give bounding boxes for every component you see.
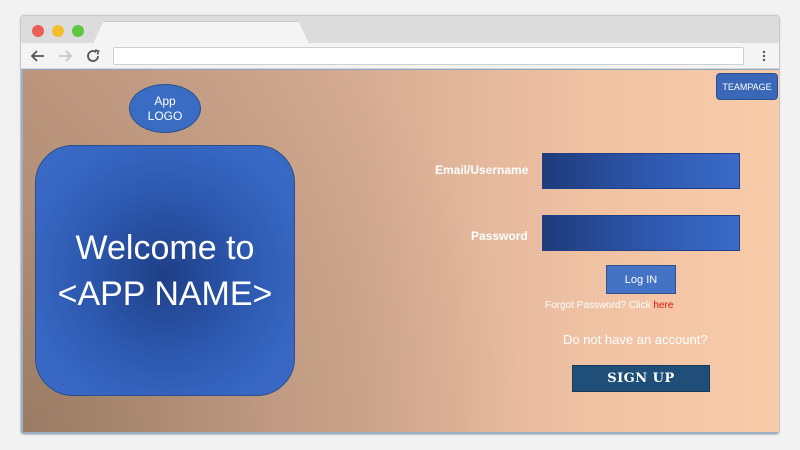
no-account-text: Do not have an account? — [563, 332, 708, 347]
browser-menu-button[interactable] — [757, 46, 771, 66]
browser-tab[interactable] — [93, 21, 309, 44]
address-bar[interactable] — [113, 47, 744, 65]
reload-button[interactable] — [83, 46, 103, 66]
login-button[interactable]: Log IN — [606, 265, 676, 294]
app-logo: App LOGO — [129, 84, 201, 133]
forgot-password-link[interactable]: here — [653, 300, 673, 311]
password-field[interactable] — [542, 215, 740, 251]
signup-button[interactable]: SIGN UP — [572, 365, 710, 392]
forgot-password-prompt: Forgot Password? Click — [545, 300, 654, 311]
email-label: Email/Username — [435, 163, 529, 177]
arrow-right-icon — [59, 50, 72, 62]
forward-button[interactable] — [55, 46, 75, 66]
teampage-button[interactable]: TEAMPAGE — [716, 73, 778, 100]
minimize-window-button[interactable] — [52, 25, 64, 37]
forgot-password-text: Forgot Password? Click here — [545, 300, 745, 311]
browser-window: TEAMPAGE App LOGO Welcome to <APP NAME> … — [20, 15, 780, 435]
password-label: Password — [471, 229, 528, 243]
login-page: TEAMPAGE App LOGO Welcome to <APP NAME> … — [21, 69, 779, 434]
logo-line-2: LOGO — [147, 108, 183, 123]
maximize-window-button[interactable] — [72, 25, 84, 37]
logo-line-1: App — [154, 93, 176, 108]
back-button[interactable] — [28, 46, 48, 66]
browser-toolbar — [21, 43, 779, 69]
email-field[interactable] — [542, 153, 740, 189]
arrow-left-icon — [31, 50, 44, 62]
tab-bar — [21, 16, 779, 44]
kebab-menu-icon — [762, 50, 766, 62]
welcome-line-2: <APP NAME> — [57, 274, 273, 313]
page: TEAMPAGE App LOGO Welcome to <APP NAME> … — [0, 0, 800, 450]
reload-icon — [87, 49, 100, 62]
close-window-button[interactable] — [32, 25, 44, 37]
welcome-line-1: Welcome to — [75, 228, 255, 267]
welcome-panel: Welcome to <APP NAME> — [35, 145, 295, 396]
